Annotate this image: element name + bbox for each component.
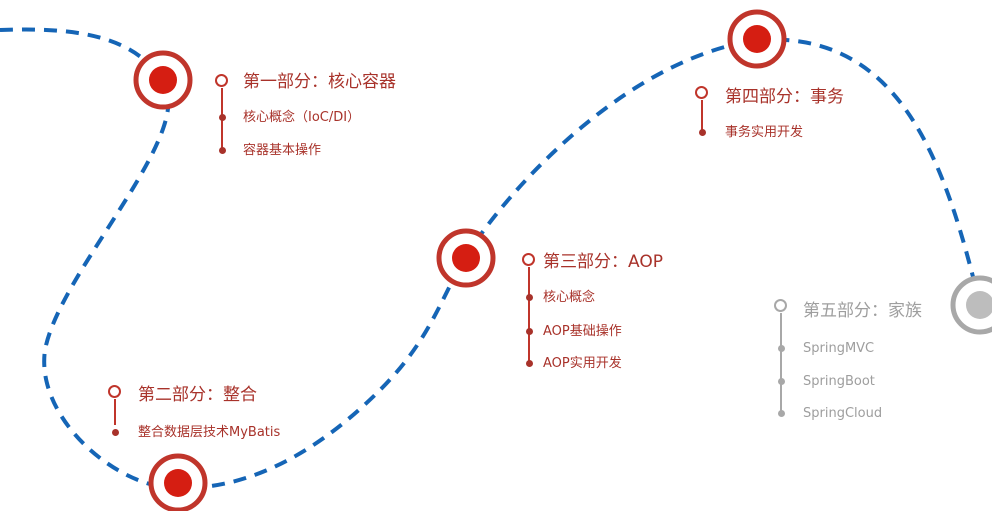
bullet-icon	[526, 328, 533, 335]
section-item: SpringCloud	[803, 406, 883, 421]
section-title: 第四部分：事务	[725, 87, 844, 107]
section-title: 第一部分：核心容器	[243, 72, 396, 92]
section-item: 整合数据层技术MyBatis	[138, 425, 281, 440]
section-marker-icon	[215, 74, 228, 87]
bullet-icon	[778, 345, 785, 352]
bullet-icon	[699, 129, 706, 136]
section-item: SpringMVC	[803, 341, 875, 356]
bullet-icon	[778, 410, 785, 417]
section-item: SpringBoot	[803, 374, 875, 389]
milestone-1	[133, 50, 193, 110]
section-item: AOP基础操作	[543, 324, 622, 339]
section-title: 第三部分：AOP	[543, 252, 663, 272]
section-family: 第五部分：家族 SpringMVC SpringBoot SpringCloud	[774, 297, 974, 427]
section-item: AOP实用开发	[543, 356, 622, 371]
section-marker-icon	[522, 253, 535, 266]
section-marker-icon	[695, 86, 708, 99]
section-aop: 第三部分：AOP 核心概念 AOP基础操作 AOP实用开发	[522, 251, 722, 381]
section-title: 第二部分：整合	[138, 385, 257, 405]
milestone-2	[148, 453, 208, 511]
section-core-container: 第一部分：核心容器 核心概念（IoC/DI） 容器基本操作	[215, 70, 445, 170]
section-title: 第五部分：家族	[803, 301, 922, 321]
section-connector	[114, 399, 116, 425]
bullet-icon	[778, 378, 785, 385]
section-transaction: 第四部分：事务 事务实用开发	[695, 84, 895, 154]
section-connector	[528, 267, 530, 364]
section-connector	[780, 313, 782, 413]
section-integration: 第二部分：整合 整合数据层技术MyBatis	[108, 381, 338, 451]
section-marker-icon	[108, 385, 121, 398]
milestone-4	[727, 9, 787, 69]
section-item: 容器基本操作	[243, 143, 322, 158]
bullet-icon	[526, 294, 533, 301]
milestone-3	[436, 228, 496, 288]
section-item: 事务实用开发	[725, 125, 804, 140]
bullet-icon	[112, 429, 119, 436]
section-item: 核心概念（IoC/DI）	[243, 110, 361, 125]
bullet-icon	[526, 360, 533, 367]
section-item: 核心概念	[543, 290, 596, 305]
bullet-icon	[219, 147, 226, 154]
section-marker-icon	[774, 299, 787, 312]
bullet-icon	[219, 114, 226, 121]
section-connector	[701, 100, 703, 132]
